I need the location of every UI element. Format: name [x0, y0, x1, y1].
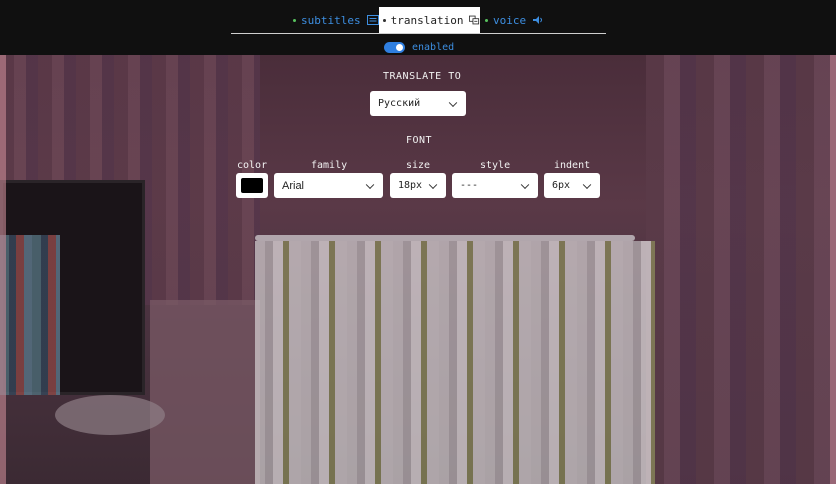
enabled-toggle-row: enabled [384, 42, 454, 53]
font-size-select[interactable]: 18px [390, 173, 446, 198]
enabled-toggle[interactable] [384, 42, 405, 53]
language-select[interactable]: Русский [370, 91, 466, 116]
frame-left [0, 55, 6, 484]
chevron-down-icon [582, 180, 592, 189]
tab-subtitles[interactable]: subtitles [293, 7, 379, 33]
status-dot [383, 18, 386, 22]
tab-label: translation [390, 13, 464, 27]
video-background [0, 55, 836, 484]
subtitles-icon [366, 15, 379, 25]
color-label: color [237, 160, 268, 171]
color-picker[interactable] [236, 173, 268, 198]
style-label: style [480, 160, 511, 171]
status-dot [293, 18, 296, 22]
chevron-down-icon [520, 180, 530, 189]
font-style-select[interactable]: --- [452, 173, 538, 198]
tab-label: voice [493, 13, 527, 27]
font-style-value: --- [460, 180, 479, 191]
indent-select[interactable]: 6px [544, 173, 600, 198]
chevron-down-icon [448, 98, 458, 107]
tab-translation[interactable]: translation [379, 7, 480, 33]
status-dot [485, 18, 488, 22]
dresser [150, 300, 260, 484]
translate-to-heading: TRANSLATE TO [383, 71, 462, 82]
chevron-down-icon [428, 180, 438, 189]
indent-value: 6px [552, 180, 571, 191]
size-label: size [406, 160, 431, 171]
clothing-rack [255, 241, 655, 484]
speaker-icon [533, 16, 543, 24]
tab-bar: subtitles translation voice [231, 7, 606, 34]
tab-voice[interactable]: voice [485, 7, 544, 33]
font-family-value: Arial [282, 179, 305, 192]
enabled-label: enabled [412, 42, 455, 53]
tab-label: subtitles [301, 13, 361, 27]
frame-right [830, 55, 836, 484]
indent-label: indent [554, 160, 591, 171]
left-clothes [0, 235, 60, 395]
chevron-down-icon [365, 180, 375, 189]
font-heading: FONT [406, 135, 433, 146]
color-swatch [241, 178, 263, 193]
top-bar: subtitles translation voice enabled [0, 0, 836, 55]
font-size-value: 18px [398, 180, 423, 191]
language-select-value: Русский [378, 98, 421, 109]
font-family-select[interactable]: Arial [274, 173, 383, 198]
stool [55, 395, 165, 435]
family-label: family [311, 160, 348, 171]
curtain-right [646, 55, 836, 484]
translate-icon [469, 15, 480, 25]
